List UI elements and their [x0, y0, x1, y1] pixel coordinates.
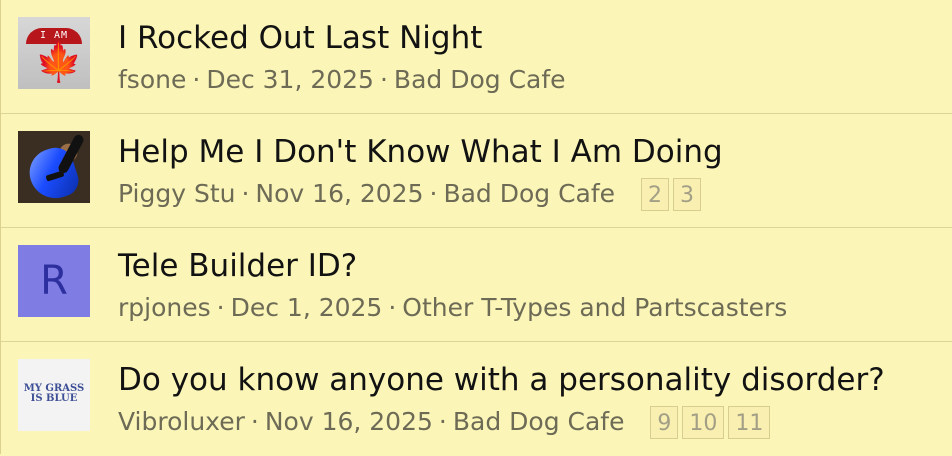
thread-title[interactable]: I Rocked Out Last Night: [118, 18, 482, 58]
page-link[interactable]: 11: [728, 406, 771, 439]
page-link[interactable]: 9: [650, 406, 679, 439]
avatar[interactable]: [18, 131, 90, 203]
forum-link[interactable]: Bad Dog Cafe: [394, 65, 566, 94]
forum-link[interactable]: Other T-Types and Partscasters: [402, 293, 787, 322]
meta-separator: ·: [250, 407, 259, 436]
thread-date[interactable]: Nov 16, 2025: [265, 407, 433, 436]
thread-row: I AM 🍁 I Rocked Out Last Night fsone · Dec…: [1, 0, 952, 114]
avatar[interactable]: I AM 🍁: [18, 17, 90, 89]
thread-meta: Vibroluxer · Nov 16, 2025 · Bad Dog Cafe 9 10…: [118, 406, 774, 439]
thread-row: MY GRASS IS BLUE Do you know anyone with…: [1, 342, 952, 456]
thread-date[interactable]: Nov 16, 2025: [255, 179, 423, 208]
meta-separator: ·: [388, 293, 397, 322]
thread-title[interactable]: Tele Builder ID?: [118, 246, 357, 286]
thread-date[interactable]: Dec 1, 2025: [231, 293, 383, 322]
author-link[interactable]: Piggy Stu: [118, 179, 235, 208]
page-link[interactable]: 3: [673, 178, 702, 211]
author-link[interactable]: rpjones: [118, 293, 211, 322]
meta-separator: ·: [241, 179, 250, 208]
page-links: 9 10 11: [650, 406, 774, 439]
thread-row: Help Me I Don't Know What I Am Doing Pig…: [1, 114, 952, 228]
page-link[interactable]: 2: [641, 178, 670, 211]
page-links: 23: [641, 178, 705, 211]
author-link[interactable]: Vibroluxer: [118, 407, 245, 436]
thread-date[interactable]: Dec 31, 2025: [206, 65, 374, 94]
meta-separator: ·: [379, 65, 388, 94]
thread-meta: Piggy Stu · Nov 16, 2025 · Bad Dog Cafe 23: [118, 178, 705, 211]
forum-link[interactable]: Bad Dog Cafe: [443, 179, 615, 208]
forum-link[interactable]: Bad Dog Cafe: [453, 407, 625, 436]
thread-meta: rpjones · Dec 1, 2025 · Other T-Types and Pa…: [118, 292, 787, 324]
meta-separator: ·: [192, 65, 201, 94]
page-link[interactable]: 10: [682, 406, 725, 439]
thread-title[interactable]: Help Me I Don't Know What I Am Doing: [118, 132, 723, 172]
avatar[interactable]: R: [18, 245, 90, 317]
avatar-text-line: IS BLUE: [30, 393, 78, 404]
thread-title[interactable]: Do you know anyone with a personality di…: [118, 360, 885, 400]
author-link[interactable]: fsone: [118, 65, 186, 94]
meta-separator: ·: [216, 293, 225, 322]
thread-list: I AM 🍁 I Rocked Out Last Night fsone · Dec…: [0, 0, 952, 454]
meta-separator: ·: [438, 407, 447, 436]
maple-leaf-icon: 🍁: [35, 40, 83, 84]
avatar-letter: R: [40, 258, 68, 304]
meta-separator: ·: [429, 179, 438, 208]
thread-meta: fsone · Dec 31, 2025 · Bad Dog Cafe: [118, 64, 566, 96]
avatar[interactable]: MY GRASS IS BLUE: [18, 359, 90, 431]
thread-row: R Tele Builder ID? rpjones · Dec 1, 2025 · O…: [1, 228, 952, 342]
